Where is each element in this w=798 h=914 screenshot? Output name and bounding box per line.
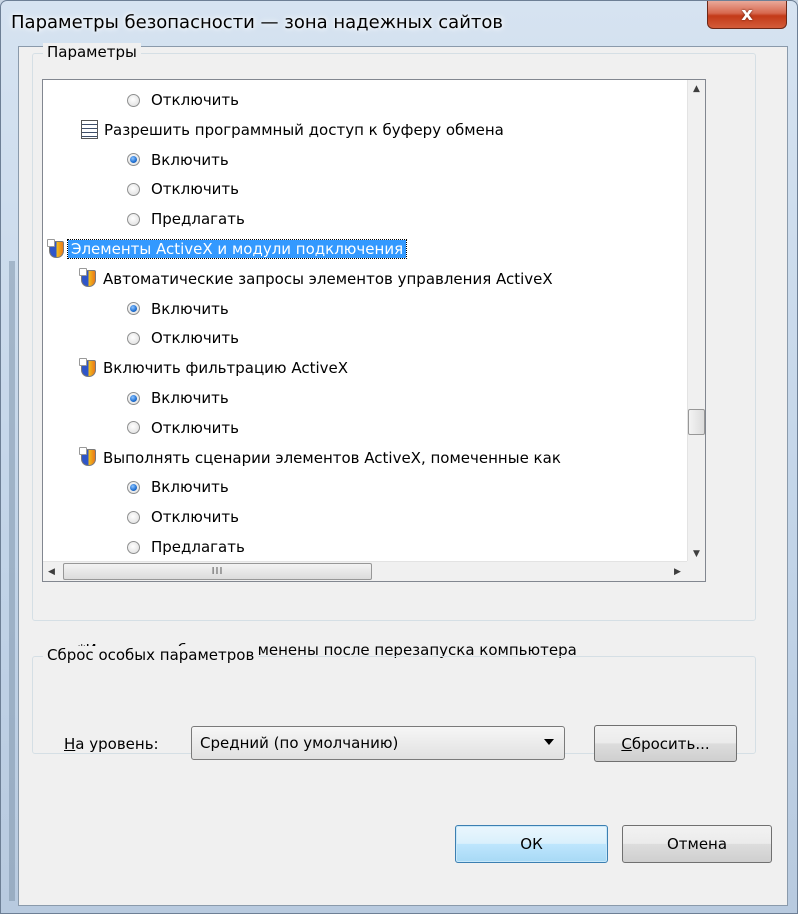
scroll-right-arrow-icon[interactable]: ▶ [669,562,686,581]
scroll-left-arrow-icon[interactable]: ◀ [43,562,60,581]
radio-option[interactable]: Предлагать [127,534,245,560]
vertical-scroll-thumb[interactable] [688,409,705,435]
shield-icon [47,238,64,258]
radio-unchecked-icon[interactable] [127,540,140,554]
radio-unchecked-icon[interactable] [127,510,140,524]
tree-row-label: Выполнять сценарии элементов ActiveX, по… [103,448,561,467]
tree-row-label: Предлагать [151,538,245,556]
reset-group-label: Сброс особых параметров [43,646,259,664]
radio-option[interactable]: Отключить [127,87,239,113]
tree-category[interactable]: Включить фильтрацию ActiveX [79,355,349,381]
radio-unchecked-icon[interactable] [127,93,140,107]
cancel-button[interactable]: Отмена [622,825,772,863]
tree-row-label: Включить [151,389,229,407]
tree-category[interactable]: Выполнять сценарии элементов ActiveX, по… [79,445,561,471]
tree-row-label: Отключить [151,180,240,199]
level-dropdown[interactable]: Средний (по умолчанию) [191,726,565,760]
radio-option[interactable]: Включить [127,385,229,411]
tree-row-label: Элементы ActiveX и модули подключения [66,239,408,259]
tree-row-label: Предлагать [151,210,245,229]
shield-icon [79,447,96,467]
tree-row-label: Автоматические запросы элементов управле… [103,269,553,288]
background-window-edge [9,261,15,901]
tree-row-label: Включить фильтрацию ActiveX [103,359,349,378]
tree-row-label: Включить [151,150,229,169]
radio-option[interactable]: Отключить [127,504,239,530]
tree-section[interactable]: Элементы ActiveX и модули подключения [47,236,408,262]
clipboard-icon [81,120,98,140]
radio-unchecked-icon[interactable] [127,331,140,345]
close-icon: x [741,4,753,25]
tree-row-label: Включить [151,478,229,497]
tree-row-label: Отключить [151,508,240,527]
settings-tree-list[interactable]: Отключить Разрешить программный доступ к … [42,79,706,582]
settings-group-label: Параметры [43,43,141,61]
radio-checked-icon[interactable] [127,480,140,494]
tree-category[interactable]: Разрешить программный доступ к буферу об… [81,117,504,143]
radio-option[interactable]: Включить [127,296,229,322]
level-label: На уровень: [64,735,159,753]
scroll-up-arrow-icon[interactable]: ▲ [688,80,705,97]
radio-option[interactable]: Отключить [127,176,239,202]
radio-option[interactable]: Отключить [127,415,239,441]
shield-icon [79,357,96,377]
scroll-down-arrow-icon[interactable]: ▼ [688,545,705,562]
radio-checked-icon[interactable] [127,391,140,405]
ok-button[interactable]: ОК [455,825,608,863]
tree-row-label: Отключить [151,91,240,109]
shield-icon [79,268,96,288]
radio-option[interactable]: Включить [127,474,229,500]
close-button[interactable]: x [707,1,787,29]
level-label-text: а уровень: [75,735,159,753]
horizontal-scrollbar[interactable]: ◀ III ▶ [43,561,687,581]
horizontal-scroll-thumb[interactable]: III [63,563,372,580]
radio-option[interactable]: Включить [127,147,229,173]
tree-row-label: Разрешить программный доступ к буферу об… [104,120,504,139]
window-title: Параметры безопасности — зона надежных с… [11,12,504,33]
level-dropdown-value: Средний (по умолчанию) [200,734,399,752]
radio-unchecked-icon[interactable] [127,182,140,196]
tree-row-label: Отключить [151,418,240,437]
reset-button-label: бросить... [631,734,710,753]
reset-button-accelerator: С [621,734,632,753]
tree-row-label: Отключить [151,329,240,348]
radio-checked-icon[interactable] [127,302,140,316]
radio-unchecked-icon[interactable] [127,421,140,435]
reset-button[interactable]: Сбросить... [594,725,737,762]
radio-unchecked-icon[interactable] [127,212,140,226]
level-label-accelerator: Н [64,735,76,753]
radio-option[interactable]: Предлагать [127,206,245,232]
radio-option[interactable]: Отключить [127,325,239,351]
tree-category[interactable]: Автоматические запросы элементов управле… [79,266,553,292]
dropdown-caret-icon [544,739,554,745]
scrollbar-corner [687,561,705,581]
title-bar[interactable]: Параметры безопасности — зона надежных с… [1,1,797,47]
tree-row-label: Включить [151,299,229,318]
radio-checked-icon[interactable] [127,153,140,167]
vertical-scrollbar[interactable]: ▲ ▼ [687,80,705,562]
